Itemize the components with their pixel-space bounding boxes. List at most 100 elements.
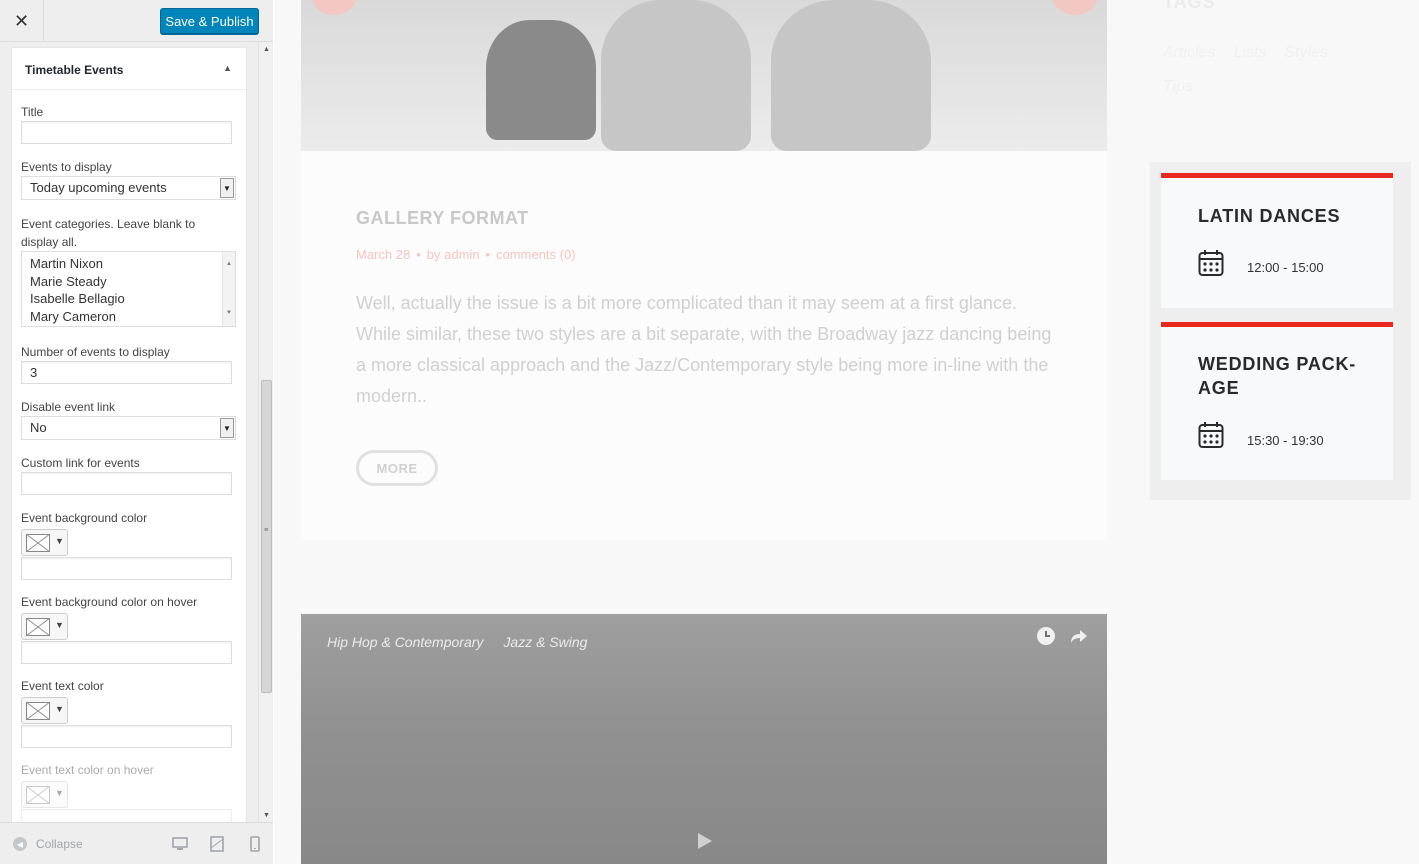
save-publish-button[interactable]: Save & Publish	[160, 8, 259, 34]
timetable-event-item[interactable]: WEDDING PACK-AGE 15:30 - 19:30	[1161, 322, 1393, 480]
customizer-header: ✕ Save & Publish	[0, 0, 273, 42]
more-button[interactable]: MORE	[356, 450, 438, 486]
empty-color-swatch-icon	[26, 618, 50, 636]
list-item[interactable]: Marie Steady	[30, 273, 227, 291]
clock-icon[interactable]	[1036, 626, 1056, 646]
disable-link-field: Disable event link No ▼	[21, 398, 236, 440]
text-hover-field: Event text color on hover ▼	[21, 761, 233, 822]
empty-color-swatch-icon	[26, 702, 50, 720]
collapse-arrow-icon[interactable]: ▲	[223, 63, 232, 73]
post-excerpt: Well, actually the issue is a bit more c…	[356, 293, 1052, 406]
text-hover-label: Event text color on hover	[21, 763, 154, 777]
bg-color-input[interactable]	[21, 557, 232, 580]
collapse-label: Collapse	[36, 837, 83, 851]
collapse-arrow-icon: ◀	[13, 837, 27, 851]
post-comments[interactable]: comments (0)	[496, 247, 575, 262]
color-picker-button[interactable]: ▼	[21, 529, 68, 556]
video-tag[interactable]: Jazz & Swing	[503, 634, 587, 650]
video-tag[interactable]: Hip Hop & Contemporary	[327, 634, 483, 650]
title-field: Title	[21, 103, 233, 144]
event-time: 15:30 - 19:30	[1247, 433, 1324, 448]
bg-hover-field: Event background color on hover ▼	[21, 593, 233, 664]
list-item[interactable]: Isabelle Bellagio	[30, 290, 227, 308]
timetable-events-preview: LATIN DANCES 12:00 - 15:00 WEDDING PACK-…	[1150, 162, 1411, 500]
empty-color-swatch-icon	[26, 786, 50, 804]
slider-next-button[interactable]	[1052, 0, 1098, 15]
timetable-event-item[interactable]: LATIN DANCES 12:00 - 15:00	[1161, 173, 1393, 308]
scroll-up-icon[interactable]: ▲	[263, 46, 270, 53]
text-color-input[interactable]	[21, 725, 232, 748]
bg-color-label: Event background color	[21, 511, 148, 525]
chevron-down-icon: ▼	[55, 704, 64, 714]
collapse-button[interactable]: ◀ Collapse	[13, 837, 83, 851]
gallery-post: GALLERY FORMAT March 28 • by admin • comment…	[301, 0, 1107, 540]
tag-link[interactable]: Articles	[1163, 44, 1215, 61]
site-preview: GALLERY FORMAT March 28 • by admin • comment…	[274, 0, 1419, 864]
dropdown-arrow-icon[interactable]: ▼	[220, 418, 234, 438]
title-input[interactable]	[21, 121, 232, 144]
list-item[interactable]: Martin Nixon	[30, 255, 227, 273]
post-date[interactable]: March 28	[356, 247, 410, 262]
bg-hover-label: Event background color on hover	[21, 595, 198, 609]
events-to-display-field: Events to display Today upcoming events …	[21, 158, 236, 200]
number-field: Number of events to display 3	[21, 343, 233, 384]
color-picker-button[interactable]: ▼	[21, 781, 68, 808]
post-featured-image[interactable]	[301, 0, 1107, 151]
meta-separator: •	[416, 247, 421, 262]
share-icon[interactable]	[1069, 626, 1089, 646]
tag-link[interactable]: Tips	[1163, 78, 1193, 95]
chevron-down-icon: ▼	[55, 788, 64, 798]
chevron-down-icon: ▼	[55, 536, 64, 546]
desktop-preview-icon[interactable]	[172, 836, 188, 852]
play-icon[interactable]	[693, 830, 715, 852]
meta-separator: •	[485, 247, 491, 262]
close-icon[interactable]: ✕	[0, 0, 44, 42]
video-overlay	[301, 614, 1107, 864]
post-author[interactable]: by admin	[427, 247, 480, 262]
list-item[interactable]: Mary Cameron	[30, 308, 227, 326]
listbox-scrollbar[interactable]: ▲ ▼	[222, 252, 235, 326]
bg-color-field: Event background color ▼	[21, 509, 233, 580]
text-color-label: Event text color	[21, 679, 104, 693]
chevron-down-icon: ▼	[55, 620, 64, 630]
event-title: LATIN DANCES	[1198, 206, 1341, 226]
event-time: 12:00 - 15:00	[1247, 260, 1324, 275]
tags-widget-title: TAGS	[1163, 0, 1216, 12]
post-meta: March 28 • by admin • comments (0)	[356, 247, 576, 262]
tag-link[interactable]: Lists	[1233, 44, 1266, 61]
video-tags: Hip Hop & Contemporary Jazz & Swing	[327, 634, 587, 650]
mobile-preview-icon[interactable]	[247, 836, 263, 852]
post-title[interactable]: GALLERY FORMAT	[356, 208, 529, 229]
dancer-figure	[486, 20, 596, 140]
color-picker-button[interactable]: ▼	[21, 697, 68, 724]
video-post[interactable]: Hip Hop & Contemporary Jazz & Swing	[301, 614, 1107, 864]
dropdown-arrow-icon[interactable]: ▼	[220, 178, 234, 198]
text-color-field: Event text color ▼	[21, 677, 233, 748]
bg-hover-input[interactable]	[21, 641, 232, 664]
tag-link[interactable]: Styles	[1284, 44, 1328, 61]
widget-title: Timetable Events	[25, 63, 124, 77]
number-input[interactable]: 3	[21, 361, 232, 384]
tablet-preview-icon[interactable]	[209, 836, 225, 852]
scrollbar-thumb[interactable]: ≡	[261, 380, 272, 693]
tags-list: Articles Lists Styles Tips	[1163, 36, 1363, 104]
title-label: Title	[21, 105, 44, 119]
custom-link-input[interactable]	[21, 472, 232, 495]
events-to-display-label: Events to display	[21, 160, 112, 174]
text-hover-input[interactable]	[21, 809, 232, 822]
calendar-icon	[1198, 250, 1224, 276]
slider-prev-button[interactable]	[311, 0, 357, 15]
scroll-down-icon[interactable]: ▼	[263, 812, 270, 819]
sidebar-scrollbar[interactable]: ▲ ≡ ▼	[258, 42, 273, 822]
categories-listbox[interactable]: Martin Nixon Marie Steady Isabelle Bella…	[21, 251, 236, 327]
events-to-display-select[interactable]: Today upcoming events ▼	[21, 176, 236, 200]
dancer-figure	[771, 0, 931, 151]
calendar-icon	[1198, 422, 1224, 448]
disable-link-label: Disable event link	[21, 400, 116, 414]
disable-link-select[interactable]: No ▼	[21, 416, 236, 440]
categories-label: Event categories. Leave blank to display…	[21, 217, 196, 249]
widget-header[interactable]: Timetable Events ▲	[12, 48, 246, 90]
disable-link-value: No	[30, 420, 47, 435]
custom-link-label: Custom link for events	[21, 456, 140, 470]
color-picker-button[interactable]: ▼	[21, 613, 68, 640]
